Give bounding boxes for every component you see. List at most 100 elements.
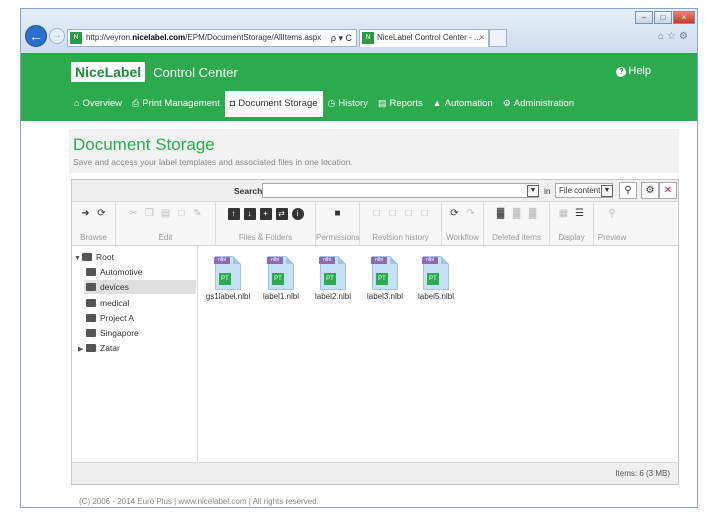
page-subtitle: Save and access your label templates and… (73, 157, 353, 167)
nav-label: Print Management (142, 98, 220, 109)
file-badge: PT (376, 273, 388, 285)
tree-item-project-a[interactable]: Project A (86, 311, 134, 325)
history-icon: ◷ (327, 98, 336, 108)
browser-toolbar-icons[interactable]: ⌂☆⚙ (658, 31, 691, 42)
tree-item-medical[interactable]: medical (86, 296, 129, 310)
browser-tab[interactable]: N NiceLabel Control Center - ... × (359, 29, 489, 47)
nav-history[interactable]: ◷ History (323, 91, 373, 115)
new-tab-button[interactable] (489, 29, 507, 47)
download-icon[interactable]: ↓ (243, 208, 256, 220)
refresh-icon[interactable]: ⟳ (96, 208, 108, 220)
grid-view-icon[interactable]: ▦ (558, 208, 570, 220)
file-item[interactable]: nlbl PT gs1label.nlbl (203, 256, 253, 301)
file-badge: PT (427, 273, 439, 285)
tree-root[interactable]: ▼ Root (74, 250, 114, 264)
nav-label: Reports (389, 98, 423, 109)
search-in-label: in (544, 186, 551, 196)
label-file-icon: nlbl PT (371, 256, 398, 290)
file-item[interactable]: nlbl PT label5.nlbl (411, 256, 461, 301)
expand-down-icon[interactable]: ▼ (74, 252, 82, 266)
search-button[interactable]: ⚲ (619, 182, 637, 199)
tree-label: devices (100, 282, 129, 292)
folder-icon (86, 299, 96, 307)
nav-print-management[interactable]: ⎙ Print Management (127, 91, 225, 115)
tree-label: Zatar (100, 343, 120, 353)
search-settings-button[interactable]: ⚙ (641, 182, 659, 199)
file-item[interactable]: nlbl PT label2.nlbl (308, 256, 358, 301)
folder-icon (86, 314, 96, 322)
administration-icon: ⚙ (502, 98, 511, 108)
file-type-tag: nlbl (214, 257, 230, 264)
back-arrow-icon[interactable]: ➜ (80, 208, 92, 220)
maximize-button[interactable]: □ (654, 11, 672, 24)
back-button[interactable]: ← (25, 25, 47, 47)
trash-icon[interactable]: ▓ (495, 208, 507, 220)
folder-icon (86, 344, 96, 352)
purge-icon[interactable]: ▓ (527, 208, 539, 220)
copy-icon[interactable]: ❐ (144, 208, 156, 220)
nav-reports[interactable]: ▤ Reports (373, 91, 428, 115)
folder-icon (86, 283, 96, 291)
scope-dropdown-icon[interactable]: ▼ (601, 185, 613, 197)
url-prefix: http://veyron. (86, 33, 133, 42)
nav-overview[interactable]: ⌂ Overview (69, 91, 127, 115)
file-type-tag: nlbl (422, 257, 438, 264)
group-label: Display (558, 233, 585, 242)
workflow-redo-icon[interactable]: ↷ (465, 208, 477, 220)
nav-automation[interactable]: ▲ Automation (428, 91, 498, 115)
file-name: label1.nlbl (262, 292, 300, 301)
new-folder-icon[interactable]: + (259, 208, 272, 220)
file-name: label2.nlbl (314, 292, 352, 301)
search-dropdown-icon[interactable]: ▼ (527, 185, 539, 197)
revision-checkout-icon[interactable]: □ (387, 208, 399, 220)
app-logo[interactable]: NiceLabel Control Center (71, 61, 238, 83)
close-window-button[interactable]: × (673, 11, 695, 24)
browser-titlebar: ← → N http://veyron.nicelabel.com/EPM/Do… (21, 9, 697, 53)
upload-icon[interactable]: ↑ (227, 208, 240, 220)
tree-label: medical (100, 298, 130, 308)
file-badge: PT (324, 273, 336, 285)
folder-icon (86, 268, 96, 276)
forward-button[interactable]: → (49, 28, 65, 44)
delete-icon[interactable]: □ (176, 208, 188, 220)
tree-item-devices[interactable]: devices (84, 280, 196, 294)
cut-icon[interactable]: ✂ (128, 208, 140, 220)
address-controls[interactable]: ρ ▾ C (331, 30, 352, 46)
paste-icon[interactable]: ▤ (160, 208, 172, 220)
nav-administration[interactable]: ⚙ Administration (498, 91, 579, 115)
folder-icon (82, 253, 92, 261)
storage-panel: Search: ▼ in File content ▼ ⚲ ⚙ ✕ ➜ ⟳ Bro… (71, 179, 679, 485)
info-icon[interactable]: i (291, 208, 304, 220)
revision-history-icon[interactable]: □ (403, 208, 415, 220)
nav-document-storage[interactable]: ◘ Document Storage (224, 91, 323, 117)
help-link[interactable]: ? Help (616, 65, 651, 77)
file-name: gs1label.nlbl (205, 292, 251, 301)
clear-search-button[interactable]: ✕ (659, 182, 677, 199)
url-path: /EPM/DocumentStorage/AllItems.aspx (185, 33, 322, 42)
tree-item-zatar[interactable]: ▶ Zatar (78, 341, 120, 355)
search-input[interactable] (262, 183, 539, 198)
restore-icon[interactable]: ▓ (511, 208, 523, 220)
revision-checkin-icon[interactable]: □ (371, 208, 383, 220)
preview-icon[interactable]: ⚲ (606, 208, 618, 220)
file-item[interactable]: nlbl PT label3.nlbl (360, 256, 410, 301)
tree-label: Automotive (100, 267, 143, 277)
file-item[interactable]: nlbl PT label1.nlbl (256, 256, 306, 301)
tree-item-automotive[interactable]: Automotive (86, 265, 196, 279)
move-icon[interactable]: ⇄ (275, 208, 288, 220)
tab-close-icon[interactable]: × (479, 30, 484, 46)
minimize-button[interactable]: – (635, 11, 653, 24)
file-type-tag: nlbl (319, 257, 335, 264)
workflow-cycle-icon[interactable]: ⟳ (449, 208, 461, 220)
expand-right-icon[interactable]: ▶ (78, 343, 86, 357)
revision-undo-icon[interactable]: □ (419, 208, 431, 220)
list-view-icon[interactable]: ☰ (574, 208, 586, 220)
help-icon: ? (616, 67, 627, 77)
app-header: NiceLabel Control Center ? Help ⌂ Overview… (21, 53, 697, 121)
lock-icon[interactable]: ■ (332, 208, 344, 220)
page-footer: (C) 2006 - 2014 Euro Plus | www.nicelabe… (79, 497, 319, 506)
tree-item-singapore[interactable]: Singapore (86, 326, 139, 340)
help-label: Help (628, 65, 651, 77)
rename-icon[interactable]: ✎ (192, 208, 204, 220)
address-bar[interactable]: N http://veyron.nicelabel.com/EPM/Docume… (67, 29, 357, 47)
